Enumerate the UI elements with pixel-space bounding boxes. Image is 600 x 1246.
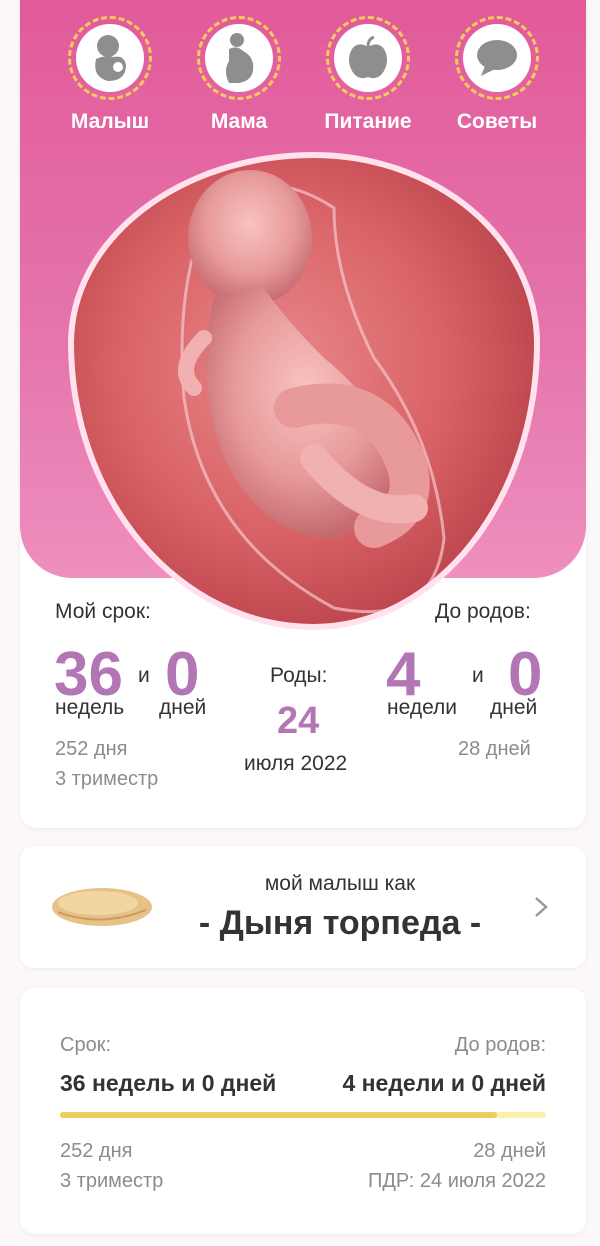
fruit-name: - Дыня торпеда - — [198, 904, 482, 942]
progress-bar — [60, 1112, 546, 1118]
fruit-comparison-card[interactable]: мой малыш как - Дыня торпеда - — [20, 846, 586, 968]
nav-label-tips: Советы — [456, 110, 538, 133]
birth-label: Роды: — [270, 664, 328, 687]
summary-card: Срок: До родов: 36 недель и 0 дней 4 нед… — [20, 988, 586, 1234]
summary-until-label: До родов: — [454, 1034, 546, 1056]
chevron-right-icon — [535, 897, 548, 917]
nav-item-mom[interactable]: Мама — [179, 16, 299, 134]
summary-until-days: 28 дней — [473, 1140, 546, 1162]
total-days: 252 дня — [55, 738, 128, 760]
baby-icon — [95, 35, 126, 81]
pregnant-mother-icon — [226, 33, 254, 83]
nav-label-mom: Мама — [210, 110, 268, 133]
summary-until-value: 4 недели и 0 дней — [342, 1070, 546, 1096]
birth-day: 24 — [277, 700, 320, 742]
my-term-label: Мой срок: — [55, 600, 151, 623]
until-weeks-unit: недели — [387, 696, 458, 719]
summary-days: 252 дня — [60, 1140, 133, 1162]
summary-trimester: 3 триместр — [60, 1170, 164, 1192]
nav-item-baby[interactable]: Малыш — [50, 16, 170, 134]
weeks-unit: недель — [55, 696, 125, 719]
fruit-caption: мой малыш как — [264, 872, 416, 895]
summary-due-date: ПДР: 24 июля 2022 — [367, 1170, 546, 1192]
apple-icon — [349, 35, 387, 79]
weeks-and-text: и — [138, 664, 150, 687]
melon-image — [52, 888, 152, 926]
summary-term-value: 36 недель и 0 дней — [60, 1070, 277, 1096]
until-days-unit: дней — [490, 696, 538, 719]
nav-item-nutrition[interactable]: Питание — [308, 16, 428, 134]
category-nav: Малыш Мама Питание Советы — [20, 12, 586, 142]
nav-item-tips[interactable]: Советы — [437, 16, 557, 134]
progress-bar-fill — [60, 1112, 498, 1118]
summary-term-label: Срок: — [60, 1034, 111, 1056]
until-and-text: и — [472, 664, 484, 687]
speech-bubble-icon — [477, 40, 517, 76]
until-birth-label: До родов: — [435, 600, 531, 623]
days-unit: дней — [159, 696, 207, 719]
nav-label-baby: Малыш — [70, 110, 150, 133]
nav-label-nutrition: Питание — [324, 110, 412, 133]
birth-month-year: июля 2022 — [244, 752, 348, 775]
trimester: 3 триместр — [55, 768, 159, 790]
until-total-days: 28 дней — [458, 738, 531, 760]
